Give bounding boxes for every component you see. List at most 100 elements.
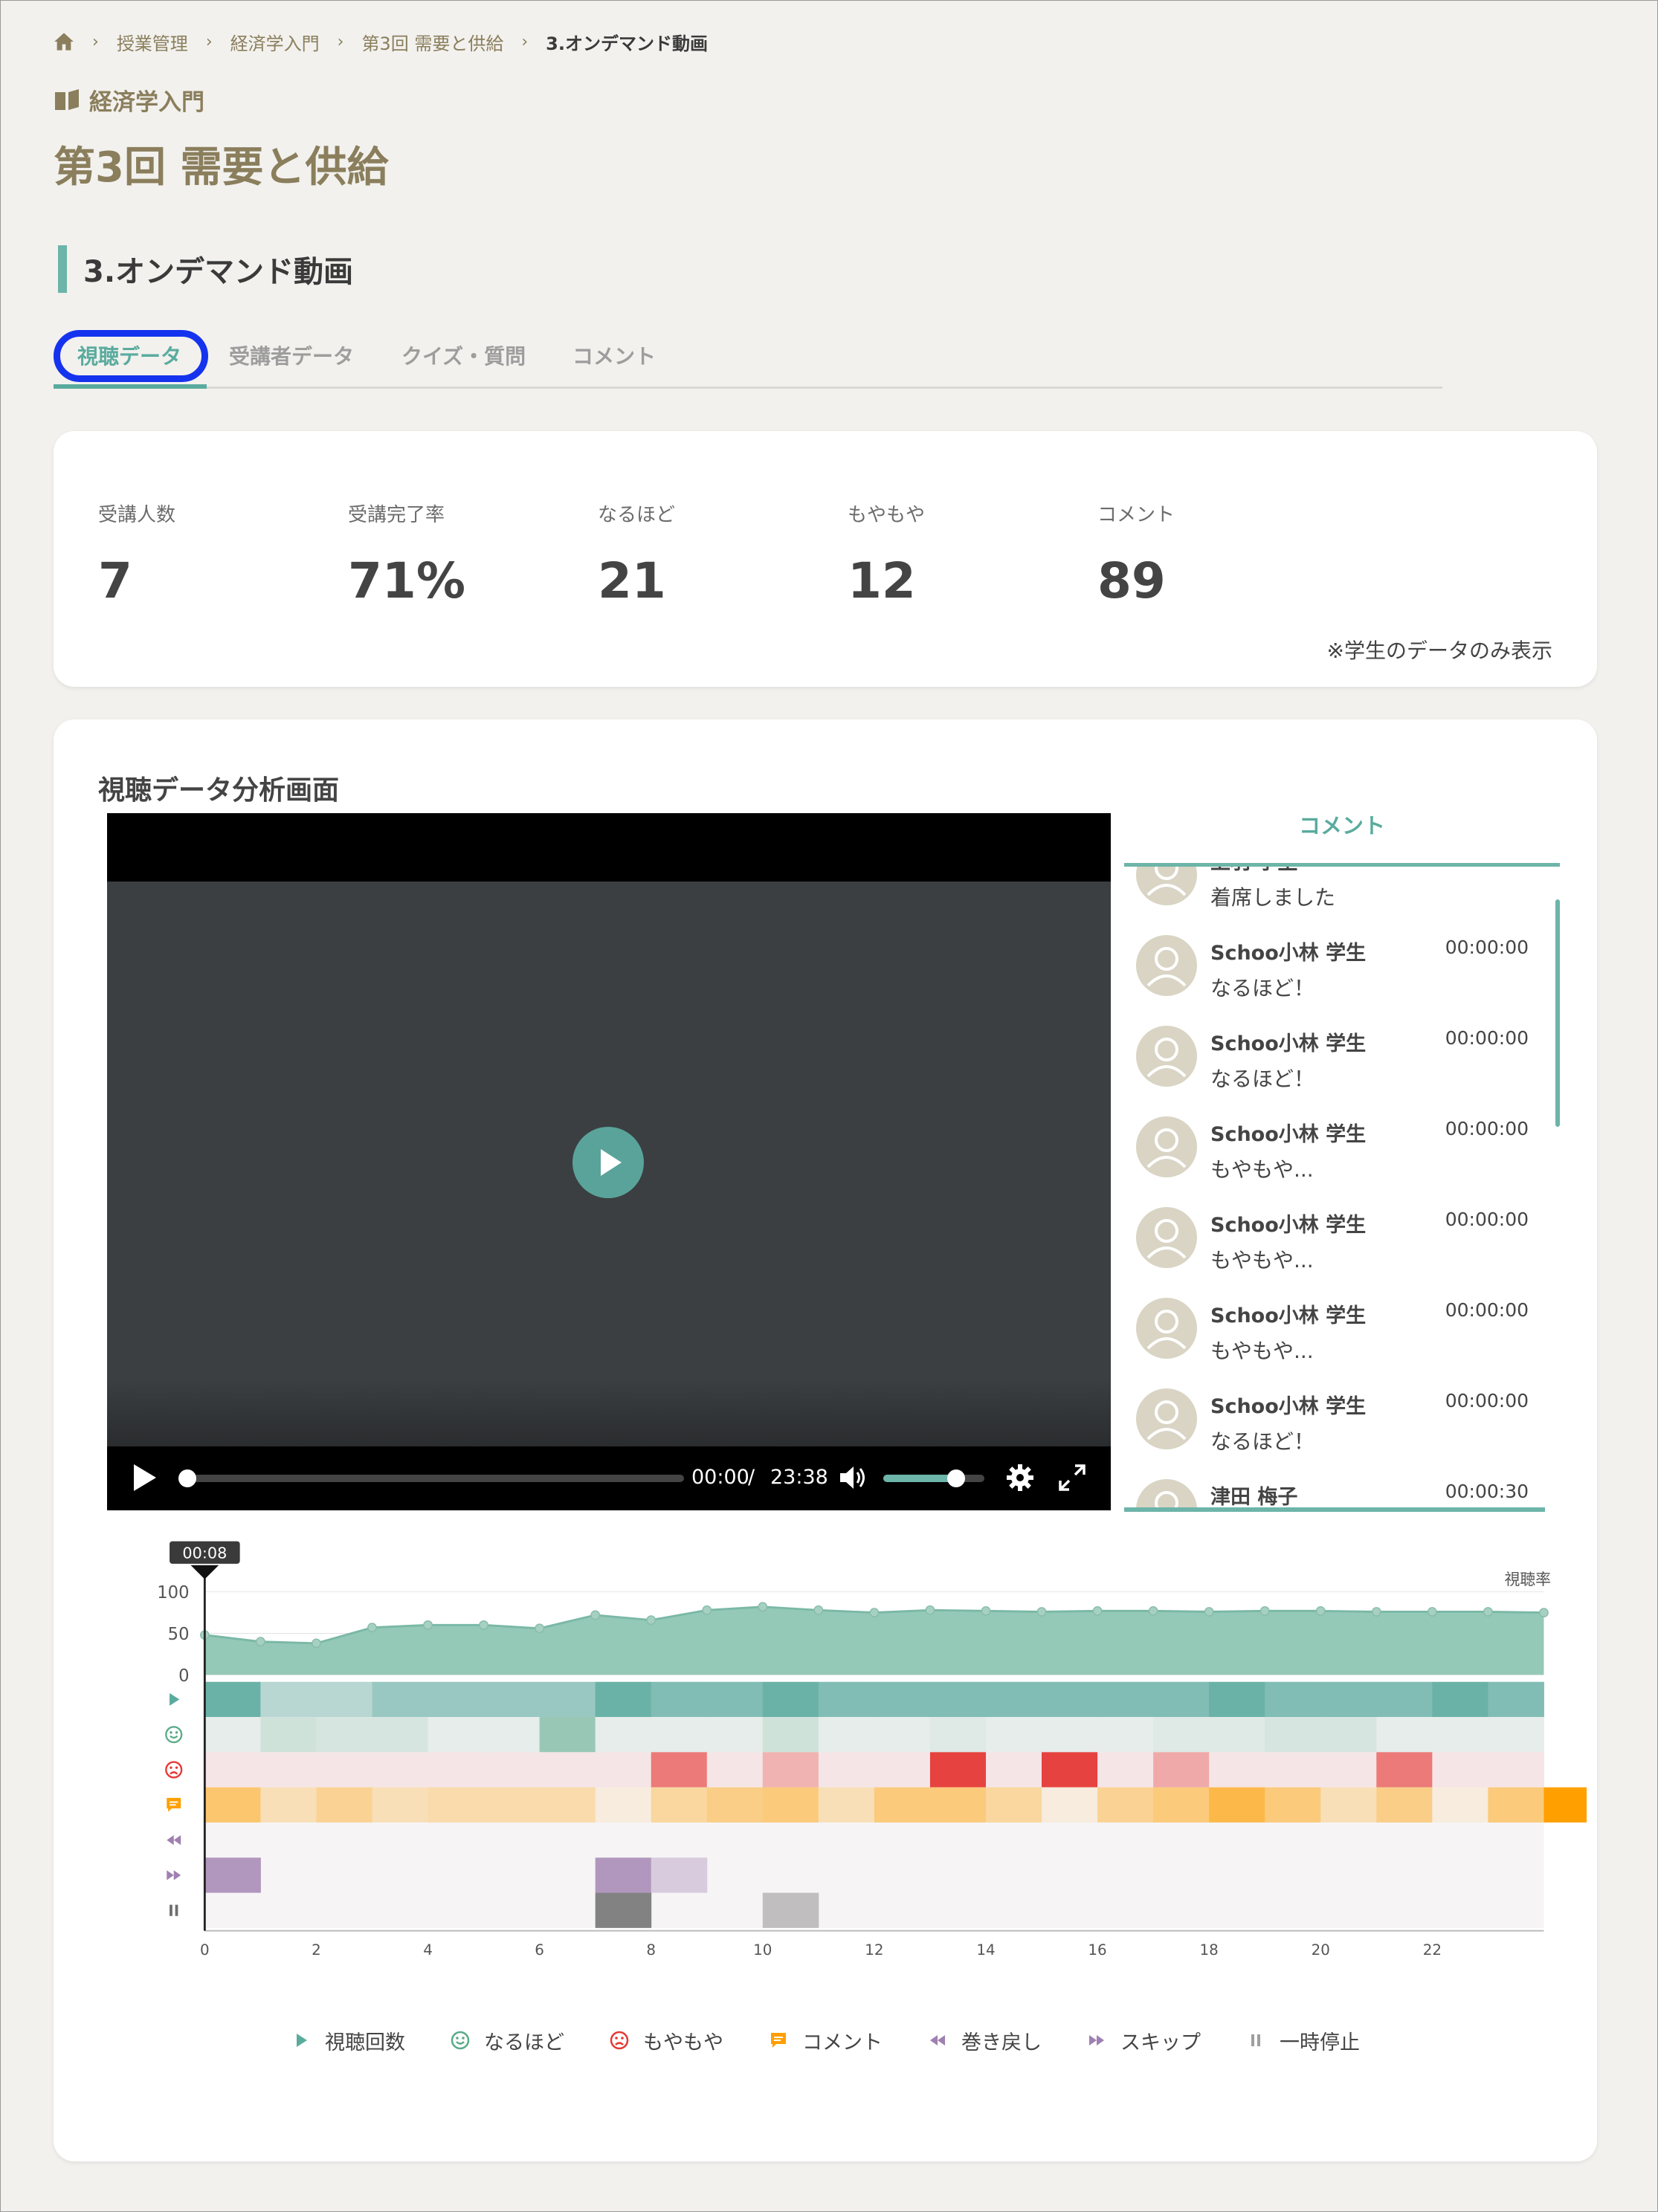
- chevron-right-icon: ›: [92, 32, 99, 51]
- comment-timestamp[interactable]: 00:00:00: [1445, 1299, 1529, 1321]
- play-overlay-button[interactable]: [572, 1127, 644, 1198]
- comment-author: 上羽 学生: [1210, 867, 1297, 875]
- video-player[interactable]: 00:00 / 23:38: [107, 813, 1111, 1510]
- heatmap-cell: [260, 1717, 317, 1753]
- comment-timestamp[interactable]: 00:00:00: [1445, 1027, 1529, 1049]
- heatmap-cell: [929, 1752, 987, 1788]
- volume-icon[interactable]: [837, 1463, 868, 1493]
- row-icon-group: [167, 1797, 181, 1812]
- view-rate-point: [869, 1608, 880, 1617]
- comment-item[interactable]: 津田 梅子 00:00:30: [1124, 1466, 1541, 1507]
- heatmap-cell: [260, 1681, 317, 1718]
- x-tick-label: 6: [535, 1941, 544, 1959]
- chevron-right-icon: ›: [337, 32, 344, 51]
- course-name: 経済学入門: [54, 83, 204, 117]
- comment-item[interactable]: 上羽 学生00:00:00着席しました: [1124, 867, 1541, 922]
- heatmap-cell: [1488, 1717, 1544, 1753]
- legend-item: スキップ: [1086, 2026, 1201, 2055]
- home-icon[interactable]: [54, 32, 74, 51]
- stat-label: もやもや: [848, 504, 926, 526]
- comment-timestamp[interactable]: 00:00:00: [1445, 1390, 1529, 1411]
- video-screen[interactable]: [107, 882, 1111, 1446]
- heatmap-cell: [260, 1787, 317, 1823]
- comment-item[interactable]: Schoo小林 学生 00:00:00 なるほど！: [1124, 1375, 1541, 1466]
- chevron-right-icon: ›: [205, 32, 213, 51]
- x-tick-label: 22: [1423, 1941, 1442, 1959]
- rewind-icon: [167, 1834, 181, 1846]
- comment-item[interactable]: Schoo小林 学生 00:00:00 もやもや...: [1124, 1284, 1541, 1375]
- frown-icon: [165, 1761, 183, 1779]
- breadcrumb-item[interactable]: 授業管理: [117, 29, 188, 55]
- view-rate-point: [479, 1620, 488, 1630]
- row-icon-group: [167, 1870, 181, 1880]
- row-icon-group: [170, 1904, 178, 1916]
- legend-label: 巻き戻し: [961, 2031, 1042, 2054]
- comment-item[interactable]: Schoo小林 学生 00:00:00 もやもや...: [1124, 1194, 1541, 1284]
- heatmap-cell: [595, 1892, 652, 1928]
- heatmap-cell: [762, 1681, 819, 1718]
- stat-value: 71%: [348, 552, 465, 609]
- volume-thumb[interactable]: [946, 1469, 965, 1487]
- pause-icon: [170, 1904, 178, 1916]
- row-icon-group: [165, 1726, 183, 1744]
- tab-quiz-question[interactable]: クイズ・質問: [401, 340, 526, 370]
- heatmap-cell: [204, 1681, 261, 1718]
- heatmap-cell: [595, 1717, 652, 1753]
- stat-label: コメント: [1097, 504, 1175, 526]
- comment-timestamp[interactable]: 00:00:00: [1445, 1118, 1529, 1139]
- comment-item[interactable]: Schoo小林 学生 00:00:00 なるほど！: [1124, 1012, 1541, 1103]
- avatar-icon: [1136, 867, 1197, 905]
- stat-value: 7: [98, 552, 132, 609]
- comment-scrollbar[interactable]: [1555, 899, 1560, 1127]
- comment-timestamp[interactable]: 00:00:00: [1445, 937, 1529, 958]
- view-rate-point: [590, 1610, 601, 1620]
- tab-comments[interactable]: コメント: [572, 340, 656, 370]
- heatmap-cell: [1153, 1787, 1210, 1823]
- heatmap-cell: [985, 1681, 1042, 1718]
- play-icon[interactable]: [134, 1464, 156, 1491]
- heatmap-cell: [539, 1717, 596, 1753]
- heatmap-cell: [595, 1787, 652, 1823]
- comment-item[interactable]: Schoo小林 学生 00:00:00 もやもや...: [1124, 1103, 1541, 1194]
- comment-timestamp[interactable]: 00:00:30: [1445, 1481, 1529, 1502]
- comment-text: なるほど！: [1210, 1067, 1315, 1091]
- comment-text: もやもや...: [1210, 1157, 1314, 1182]
- x-tick-label: 10: [753, 1941, 772, 1959]
- view-rate-point: [1539, 1608, 1549, 1617]
- stats-note: ※学生のデータのみ表示: [1326, 638, 1552, 663]
- heatmap-cell: [1042, 1787, 1098, 1823]
- heatmap-cell: [706, 1681, 764, 1718]
- comment-text: もやもや...: [1210, 1248, 1314, 1272]
- view-rate-point: [925, 1605, 935, 1615]
- section-accent-bar: [58, 245, 67, 293]
- frown-icon: [610, 2031, 629, 2050]
- fullscreen-icon[interactable]: [1057, 1463, 1087, 1493]
- volume-slider[interactable]: [883, 1469, 984, 1487]
- heatmap-cell: [483, 1681, 541, 1718]
- breadcrumb-item[interactable]: 第3回 需要と供給: [361, 29, 503, 55]
- tab-viewing-data[interactable]: 視聴データ: [77, 340, 181, 370]
- legend-item: コメント: [768, 2026, 883, 2055]
- x-tick-label: 14: [976, 1941, 995, 1959]
- tab-student-data[interactable]: 受講者データ: [229, 340, 354, 370]
- seek-thumb[interactable]: [178, 1469, 196, 1487]
- heatmap-cell: [1320, 1681, 1377, 1718]
- x-tick-label: 0: [200, 1941, 210, 1959]
- heatmap-cell: [1042, 1717, 1098, 1753]
- comment-author: Schoo小林 学生: [1210, 1304, 1367, 1327]
- heatmap-cell: [762, 1717, 819, 1753]
- heatmap-cell: [1488, 1787, 1544, 1823]
- comment-list[interactable]: 上羽 学生00:00:00着席しましたSchoo小林 学生00:00:00なるほ…: [1124, 867, 1560, 1507]
- gear-icon[interactable]: [1005, 1463, 1035, 1493]
- seek-bar[interactable]: [178, 1469, 684, 1487]
- comment-author: 津田 梅子: [1210, 1486, 1298, 1507]
- comment-item[interactable]: Schoo小林 学生 00:00:00 なるほど！: [1124, 922, 1541, 1012]
- heatmap-cell: [1153, 1752, 1210, 1788]
- heatmap-cell: [1209, 1717, 1265, 1753]
- legend-item: 一時停止: [1245, 2026, 1360, 2055]
- comment-timestamp[interactable]: 00:00:00: [1445, 1209, 1529, 1230]
- heatmap-cell: [1432, 1787, 1488, 1823]
- course-name-text: 経済学入門: [89, 89, 204, 116]
- heatmap-cell: [1209, 1787, 1265, 1823]
- breadcrumb-item[interactable]: 経済学入門: [230, 29, 320, 55]
